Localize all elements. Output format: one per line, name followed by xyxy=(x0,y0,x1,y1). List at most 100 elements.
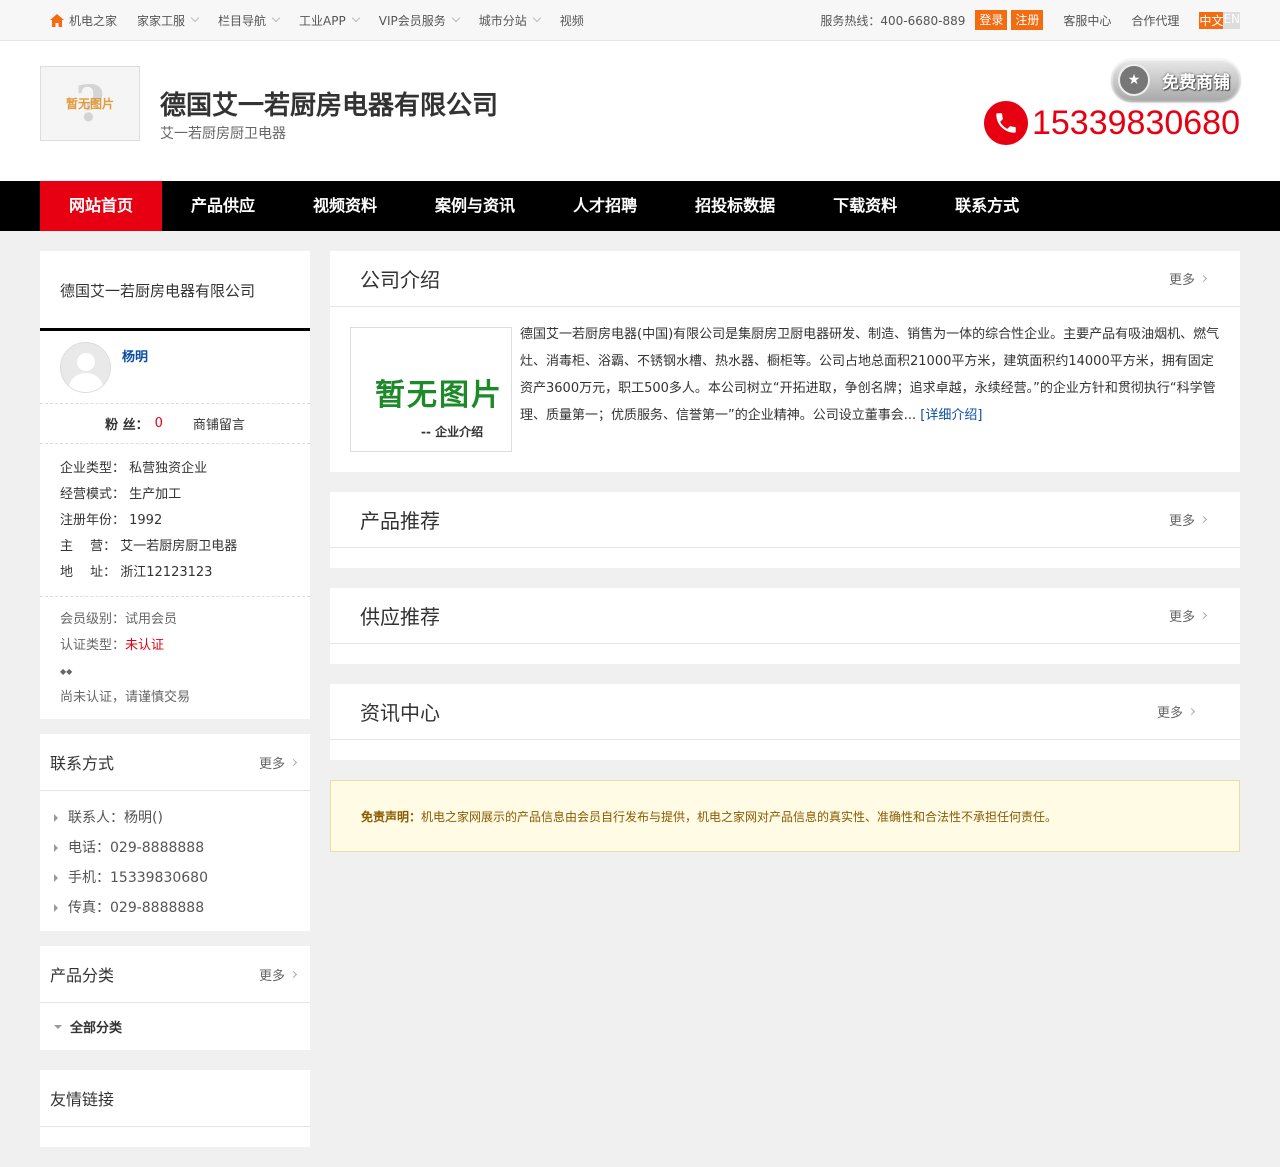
links-title: 友情链接 xyxy=(50,1090,115,1109)
supply-title: 供应推荐 xyxy=(360,605,440,629)
intro-head: 公司介绍 更多 xyxy=(330,251,1240,307)
phone-block: 15339830680 xyxy=(983,101,1240,145)
top-nav-column[interactable]: 栏目导航 xyxy=(218,12,281,29)
company-title: 德国艾一若厨房电器有限公司 xyxy=(160,91,499,121)
products-box: 产品推荐 更多 xyxy=(330,492,1240,568)
chevron-down-icon xyxy=(451,13,460,23)
nav-cases-news[interactable]: 案例与资讯 xyxy=(406,181,544,231)
supply-body xyxy=(330,644,1240,664)
company-logo: ? 暂无图片 xyxy=(40,66,140,141)
chevron-down-icon xyxy=(271,13,281,23)
member-level: 试用会员 xyxy=(125,612,178,627)
links-head: 友情链接 xyxy=(40,1070,310,1127)
company-card: 德国艾一若厨房电器有限公司 杨明 粉 丝： 0 商铺留言 企业类型： 私营独资企… xyxy=(40,251,310,719)
category-title: 产品分类 xyxy=(50,966,115,985)
shield-icon: ★ xyxy=(1118,64,1150,96)
top-nav-label: VIP会员服务 xyxy=(378,13,446,28)
contact-tel: 电话：029-8888888 xyxy=(50,833,300,863)
lang-en-button[interactable]: EN xyxy=(1223,11,1240,29)
avatar-head xyxy=(77,353,95,371)
caret-right-icon xyxy=(54,874,58,882)
top-nav-video[interactable]: 视频 xyxy=(560,12,584,29)
info-address: 地 址： 浙江12123123 xyxy=(60,565,213,580)
intro-text: 德国艾一若厨房电器(中国)有限公司是集厨房卫厨电器研发、制造、销售为一体的综合性… xyxy=(520,321,1220,452)
supply-more-link[interactable]: 更多 xyxy=(1169,606,1208,625)
contact-text: 联系人：杨明() xyxy=(68,810,163,826)
top-nav-label: 城市分站 xyxy=(478,13,527,28)
language-switch: 中文 EN xyxy=(1199,11,1240,29)
supply-head: 供应推荐 更多 xyxy=(330,588,1240,644)
register-button[interactable]: 注册 xyxy=(1011,10,1044,30)
contact-card: 联系方式 更多 联系人：杨明() 电话：029-8888888 手机：15339… xyxy=(40,734,310,931)
contact-more-link[interactable]: 更多 xyxy=(259,753,298,772)
intro-title: 公司介绍 xyxy=(360,268,440,292)
nav-home[interactable]: 网站首页 xyxy=(40,181,163,231)
user-name-link[interactable]: 杨明 xyxy=(122,346,148,365)
member-level-label: 会员级别： xyxy=(60,612,126,627)
top-nav-app[interactable]: 工业APP xyxy=(299,12,360,29)
phone-icon xyxy=(983,101,1028,145)
more-label: 更多 xyxy=(1168,273,1195,288)
nav-videos[interactable]: 视频资料 xyxy=(284,181,406,231)
service-center-link[interactable]: 客服中心 xyxy=(1063,12,1111,29)
member-level-row: 会员级别：试用会员 xyxy=(60,607,290,633)
intro-more-link[interactable]: 更多 xyxy=(1168,269,1208,288)
disclaimer-label: 免责声明： xyxy=(361,809,422,824)
login-button[interactable]: 登录 xyxy=(975,10,1008,30)
products-head: 产品推荐 更多 xyxy=(330,492,1240,548)
contact-text: 电话：029-8888888 xyxy=(68,840,205,856)
top-nav-label: 机电之家 xyxy=(69,13,118,28)
phone-number: 15339830680 xyxy=(1031,103,1240,142)
contact-title: 联系方式 xyxy=(50,754,115,773)
main-content: 公司介绍 更多 暂无图片 -- 企业介绍 德国艾一若厨房电器(中国)有限公司是集… xyxy=(330,251,1240,1162)
top-nav: 机电之家 家家工服 栏目导航 工业APP VIP会员服务 城市分站 视频 xyxy=(40,0,594,40)
hotline: 服务热线：400-6680-889 xyxy=(820,13,966,28)
top-nav-label: 家家工服 xyxy=(137,13,186,28)
top-nav-city[interactable]: 城市分站 xyxy=(478,12,541,29)
top-nav-vip[interactable]: VIP会员服务 xyxy=(378,12,460,29)
nav-jobs[interactable]: 人才招聘 xyxy=(544,181,666,231)
chevron-right-icon xyxy=(1199,274,1208,283)
info-business-mode: 经营模式： 生产加工 xyxy=(60,487,182,502)
products-more-link[interactable]: 更多 xyxy=(1169,510,1208,529)
top-nav-home[interactable]: 机电之家 xyxy=(50,12,117,29)
intro-image-caption: -- 企业介绍 xyxy=(421,425,484,439)
fans-label: 粉 丝： xyxy=(105,418,149,433)
intro-detail-link[interactable]: [详细介绍] xyxy=(920,408,982,423)
caret-right-icon xyxy=(54,844,58,852)
news-more-link[interactable]: 更多 xyxy=(1156,702,1196,721)
chevron-right-icon xyxy=(289,758,298,766)
lang-zh-button[interactable]: 中文 xyxy=(1199,11,1224,29)
main-nav: 网站首页 产品供应 视频资料 案例与资讯 人才招聘 招投标数据 下载资料 联系方… xyxy=(0,181,1280,231)
shop-message-link[interactable]: 商铺留言 xyxy=(193,414,245,433)
nav-bidding[interactable]: 招投标数据 xyxy=(666,181,804,231)
top-nav-jiajia[interactable]: 家家工服 xyxy=(137,12,200,29)
info-main-business: 主 营： 艾一若厨房厨卫电器 xyxy=(60,539,238,554)
news-head: 资讯中心 更多 xyxy=(330,684,1240,740)
user-block: 杨明 xyxy=(40,331,310,404)
category-all[interactable]: 全部分类 xyxy=(50,1017,300,1036)
contact-mobile: 手机：15339830680 xyxy=(50,863,300,893)
supply-box: 供应推荐 更多 xyxy=(330,588,1240,664)
avatar xyxy=(60,342,111,393)
home-icon xyxy=(50,13,64,27)
intro-paragraph: 德国艾一若厨房电器(中国)有限公司是集厨房卫厨电器研发、制造、销售为一体的综合性… xyxy=(520,327,1220,423)
agency-link[interactable]: 合作代理 xyxy=(1131,12,1179,29)
chevron-down-icon xyxy=(190,13,200,23)
more-label: 更多 xyxy=(1156,706,1183,721)
nav-products[interactable]: 产品供应 xyxy=(162,181,284,231)
top-right: 服务热线：400-6680-889 登录 注册 客服中心 合作代理 中文 EN xyxy=(820,0,1240,40)
info-business-type: 企业类型： 私营独资企业 xyxy=(60,461,208,476)
category-more-link[interactable]: 更多 xyxy=(259,965,298,984)
caret-right-icon xyxy=(54,814,58,822)
top-nav-label: 视频 xyxy=(559,13,584,28)
top-nav-label: 工业APP xyxy=(299,13,346,28)
chevron-right-icon xyxy=(1199,515,1208,524)
caret-right-icon xyxy=(54,904,58,912)
free-shop-badge: ★ 免费商铺 xyxy=(1112,59,1240,101)
nav-downloads[interactable]: 下载资料 xyxy=(804,181,926,231)
category-card: 产品分类 更多 全部分类 xyxy=(40,946,310,1050)
nav-contact[interactable]: 联系方式 xyxy=(926,181,1048,231)
info-reg-year: 注册年份： 1992 xyxy=(60,513,163,528)
chevron-down-icon xyxy=(532,13,541,23)
